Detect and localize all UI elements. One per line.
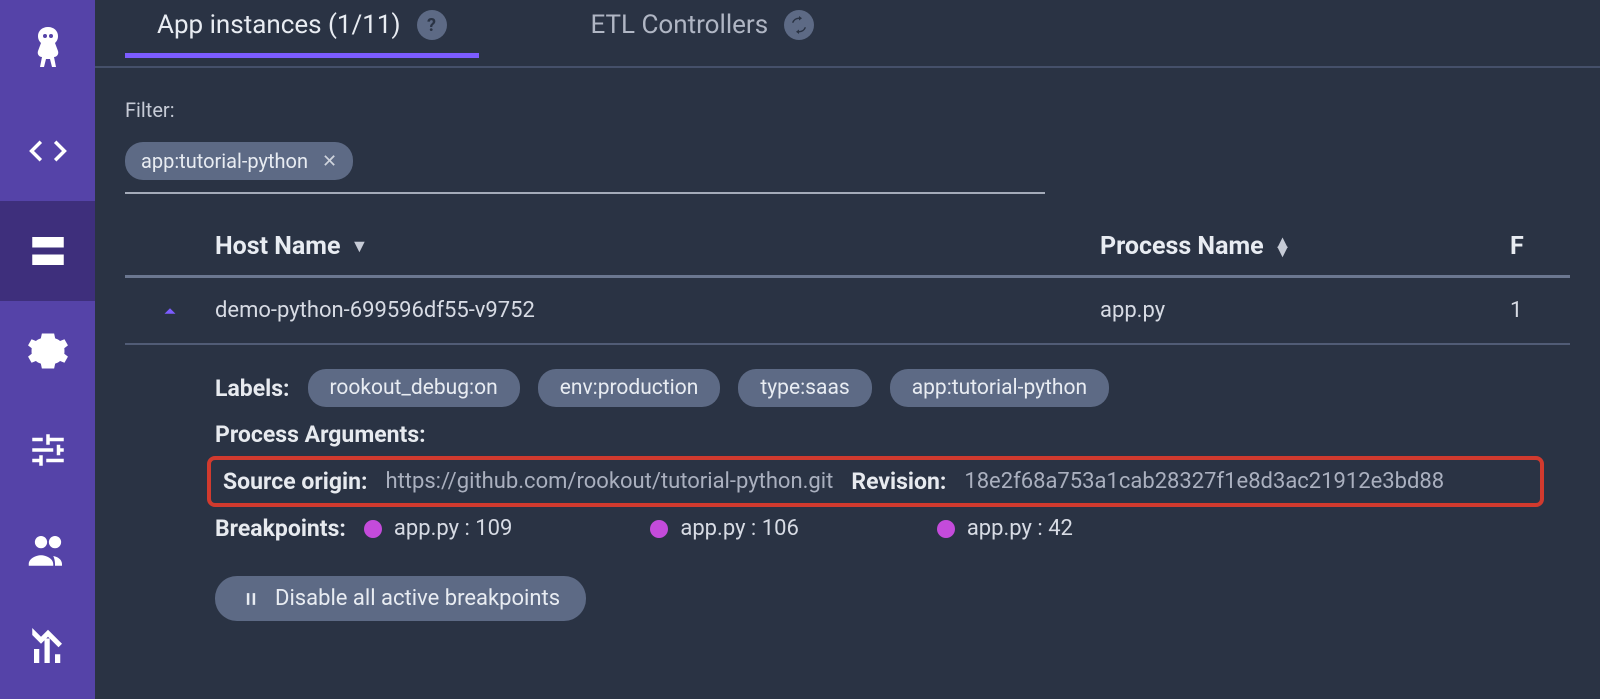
sidebar-item-code[interactable] — [0, 102, 95, 202]
column-process-name[interactable]: Process Name ▲▼ — [1100, 232, 1510, 261]
column-extra[interactable]: F — [1510, 232, 1570, 261]
breakpoint-dot-icon — [364, 520, 382, 538]
chevron-up-icon — [159, 300, 181, 322]
filter-label: Filter: — [125, 98, 1570, 122]
rookout-logo-icon — [24, 23, 72, 81]
users-icon — [27, 529, 69, 571]
tab-app-instances[interactable]: App instances (1/11) ? — [125, 10, 479, 56]
code-icon — [27, 130, 69, 172]
label-pill[interactable]: env:production — [538, 369, 721, 407]
sidebar-item-servers[interactable] — [0, 201, 95, 301]
revision-label: Revision: — [851, 468, 946, 495]
label-pill[interactable]: app:tutorial-python — [890, 369, 1109, 407]
labels-label: Labels: — [215, 375, 290, 402]
pause-icon — [241, 589, 261, 609]
label-pill[interactable]: rookout_debug:on — [308, 369, 520, 407]
filter-chip-text: app:tutorial-python — [141, 149, 308, 173]
sidebar-item-settings[interactable] — [0, 301, 95, 401]
tab-label: App instances (1/11) — [157, 10, 401, 40]
row-details: Labels: rookout_debug:on env:production … — [125, 345, 1570, 621]
tabs: App instances (1/11) ? ETL Controllers — [95, 0, 1600, 68]
sort-icon: ▲▼ — [1274, 238, 1292, 256]
source-origin-value: https://github.com/rookout/tutorial-pyth… — [385, 469, 833, 494]
breakpoint-item[interactable]: app.py : 106 — [650, 516, 798, 541]
filter-chip: app:tutorial-python ✕ — [125, 142, 353, 180]
filter-input[interactable]: app:tutorial-python ✕ — [125, 136, 1045, 194]
sidebar-logo[interactable] — [0, 2, 95, 102]
breakpoint-item[interactable]: app.py : 109 — [364, 516, 512, 541]
process-args-label: Process Arguments: — [215, 421, 426, 448]
sidebar — [0, 0, 95, 699]
servers-icon — [27, 230, 69, 272]
breakpoints-label: Breakpoints: — [215, 515, 346, 542]
highlighted-source-origin: Source origin: https://github.com/rookou… — [207, 456, 1544, 507]
column-host-name[interactable]: Host Name ▼ — [215, 232, 1100, 261]
breakpoint-dot-icon — [937, 520, 955, 538]
close-icon[interactable]: ✕ — [322, 151, 337, 172]
cell-process: app.py — [1100, 298, 1510, 323]
help-icon[interactable]: ? — [417, 10, 447, 40]
tab-label: ETL Controllers — [591, 10, 769, 40]
sidebar-item-users[interactable] — [0, 500, 95, 600]
analytics-icon — [27, 628, 69, 670]
label-pill[interactable]: type:saas — [738, 369, 871, 407]
row-expander[interactable] — [125, 300, 215, 322]
refresh-icon[interactable] — [784, 10, 814, 40]
tab-etl-controllers[interactable]: ETL Controllers — [559, 10, 847, 56]
cell-extra: 1 — [1510, 298, 1570, 323]
sort-desc-icon: ▼ — [350, 236, 368, 257]
disable-breakpoints-button[interactable]: Disable all active breakpoints — [215, 576, 586, 621]
table-row[interactable]: demo-python-699596df55-v9752 app.py 1 — [125, 278, 1570, 345]
source-origin-label: Source origin: — [223, 468, 367, 495]
sidebar-item-sliders[interactable] — [0, 400, 95, 500]
table-header: Host Name ▼ Process Name ▲▼ F — [125, 218, 1570, 278]
breakpoint-dot-icon — [650, 520, 668, 538]
gear-icon — [27, 330, 69, 372]
cell-host: demo-python-699596df55-v9752 — [215, 298, 1100, 323]
revision-value: 18e2f68a753a1cab28327f1e8d3ac21912e3bd88 — [964, 469, 1444, 494]
sliders-icon — [27, 429, 69, 471]
breakpoint-item[interactable]: app.py : 42 — [937, 516, 1073, 541]
sidebar-item-analytics[interactable] — [0, 599, 95, 699]
